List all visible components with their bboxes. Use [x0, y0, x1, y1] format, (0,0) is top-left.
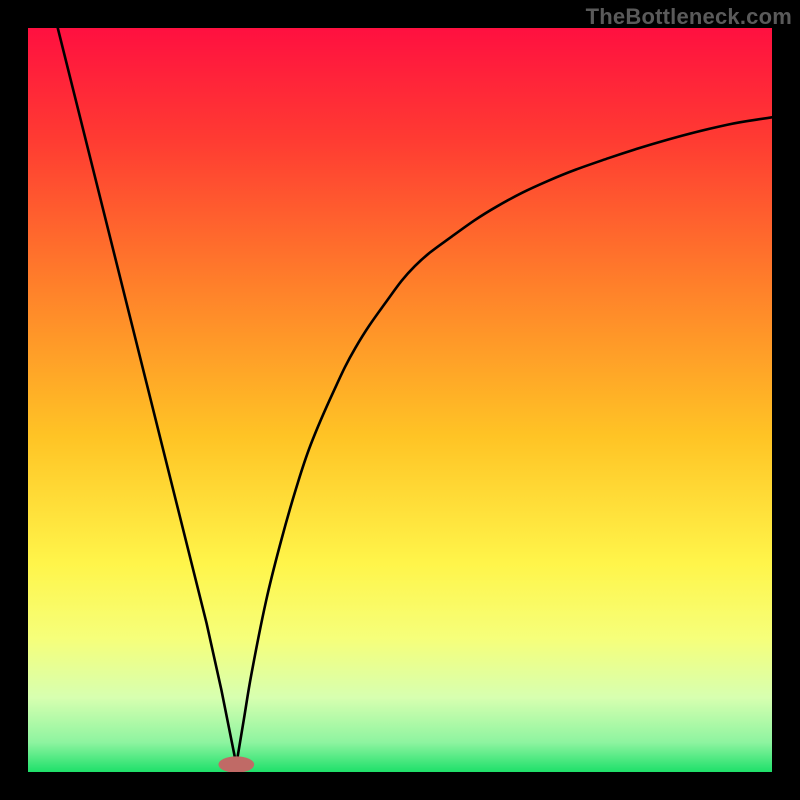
watermark-text: TheBottleneck.com	[586, 4, 792, 30]
plot-svg	[28, 28, 772, 772]
vertex-marker	[218, 756, 254, 772]
chart-frame: TheBottleneck.com	[0, 0, 800, 800]
plot-area	[28, 28, 772, 772]
gradient-background	[28, 28, 772, 772]
